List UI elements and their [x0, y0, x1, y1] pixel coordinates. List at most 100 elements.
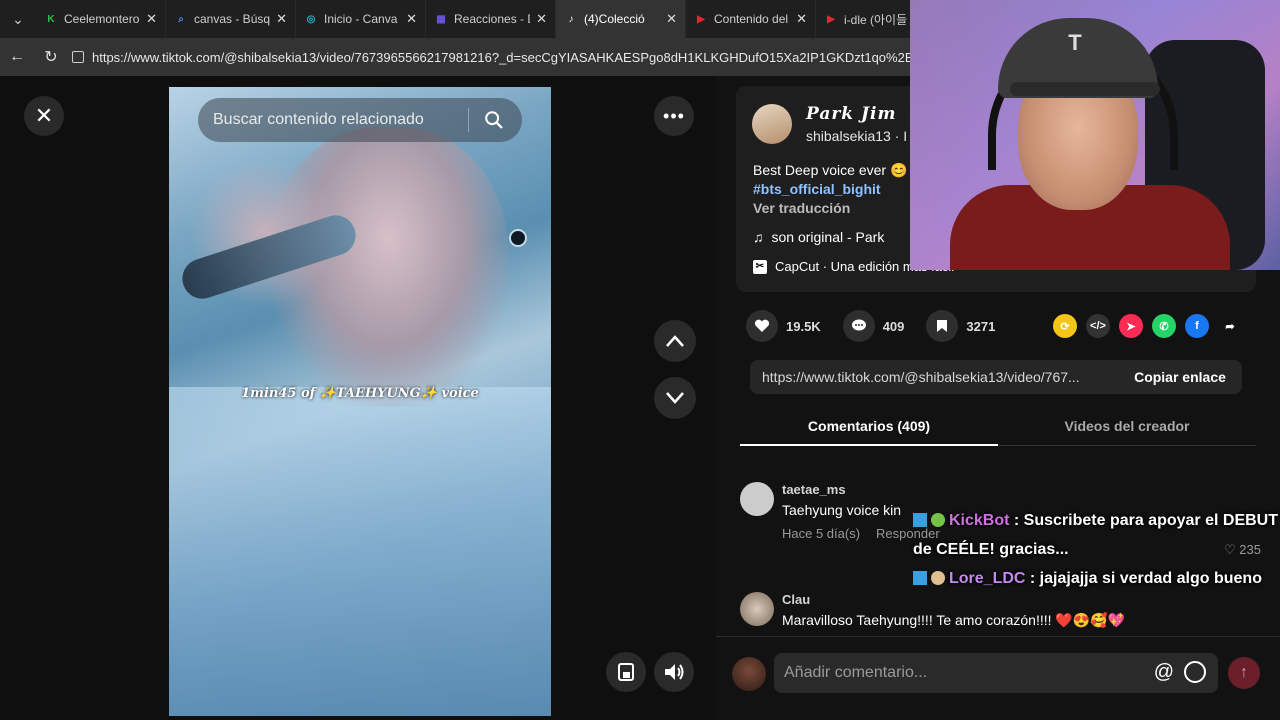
comment-time: Hace 5 día(s) — [782, 526, 861, 541]
share-buttons: ⟳ </> ➤ ✆ f ➦ — [1053, 314, 1242, 338]
tabs-container: K Ceelemontero ✕ ⌕ canvas - Búsqu ✕ ◎ Inicio - … — [36, 0, 946, 38]
tab-favicon-icon: ▶ — [697, 13, 705, 25]
video-caption-overlay: 1min45 of ✨TAEHYUNG✨ voice — [241, 386, 479, 401]
tab-favicon-icon: K — [47, 13, 55, 25]
comment-button[interactable]: 409 — [842, 310, 905, 342]
search-icon[interactable] — [483, 109, 505, 131]
site-info-icon[interactable] — [72, 51, 84, 63]
music-link[interactable]: ♫ son original - Park — [753, 229, 884, 245]
tab-close-icon[interactable]: ✕ — [666, 11, 677, 27]
next-video-button[interactable] — [654, 377, 696, 419]
emoji-icon[interactable] — [1184, 661, 1206, 683]
video-player[interactable] — [169, 87, 551, 716]
more-options-icon[interactable]: ••• — [654, 96, 694, 136]
send-to-friends-icon[interactable]: ➤ — [1119, 314, 1143, 338]
video-earring — [509, 229, 527, 247]
copy-link-box: https://www.tiktok.com/@shibalsekia13/vi… — [750, 360, 1242, 394]
comment-like[interactable]: ♡ 235 — [1224, 535, 1261, 564]
related-search-placeholder: Buscar contenido relacionado — [213, 111, 424, 128]
comment-avatar[interactable] — [740, 482, 774, 516]
share-arrow-icon[interactable]: ➦ — [1218, 314, 1242, 338]
comment-input[interactable]: Añadir comentario... @ — [774, 653, 1218, 693]
chevron-up-icon — [666, 335, 684, 347]
heart-icon — [746, 310, 778, 342]
cap-logo-icon: T — [1068, 30, 1082, 55]
chat-username: Lore_LDC — [949, 570, 1026, 587]
comment-text: Taehyung voice kin — [782, 502, 902, 518]
webcam-cap-brim — [1010, 82, 1160, 96]
chevron-down-icon — [666, 392, 684, 404]
tab-favicon-icon: ⌕ — [178, 13, 184, 25]
save-button[interactable]: 3271 — [926, 310, 995, 342]
like-button[interactable]: 19.5K — [746, 310, 821, 342]
creator-handle[interactable]: shibalsekia13 · I — [806, 128, 907, 144]
creator-display-name[interactable]: Park Jim — [806, 104, 897, 124]
comment-username[interactable]: taetae_ms — [782, 482, 846, 497]
tab-comments[interactable]: Comentarios (409) — [740, 406, 998, 446]
mention-icon[interactable]: @ — [1154, 661, 1174, 684]
tab-label: i-dle (아이들 — [844, 12, 908, 27]
tab-close-icon[interactable]: ✕ — [406, 11, 417, 27]
reload-icon[interactable]: ↻ — [34, 38, 68, 76]
browser-tab[interactable]: ♪ (4)Colecció ✕ — [556, 0, 686, 38]
tab-close-icon[interactable]: ✕ — [536, 11, 547, 27]
action-bar: 19.5K 409 3271 — [746, 310, 1017, 342]
tab-creator-videos[interactable]: Videos del creador — [998, 406, 1256, 445]
volume-button[interactable] — [654, 652, 694, 692]
tab-favicon-icon: ◎ — [306, 13, 316, 25]
browser-tab[interactable]: ▶ Contenido del ✕ — [686, 0, 816, 38]
browser-tab[interactable]: ▦ Reacciones - D ✕ — [426, 0, 556, 38]
stream-chat-overlay: KickBot : Suscribete para apoyar el DEBU… — [913, 506, 1280, 593]
comment-count: 409 — [882, 318, 905, 334]
user-avatar[interactable] — [732, 657, 766, 691]
translate-link[interactable]: Ver traducción — [753, 200, 850, 216]
tab-close-icon[interactable]: ✕ — [796, 11, 807, 27]
tab-close-icon[interactable]: ✕ — [276, 11, 287, 27]
repost-icon[interactable]: ⟳ — [1053, 314, 1077, 338]
tab-close-icon[interactable]: ✕ — [146, 11, 157, 27]
chat-badge-icon — [913, 513, 927, 527]
previous-video-button[interactable] — [654, 320, 696, 362]
save-count: 3271 — [966, 318, 996, 334]
comment-input-placeholder: Añadir comentario... — [784, 664, 928, 681]
creator-avatar[interactable] — [752, 104, 792, 144]
webcam-overlay: T — [910, 0, 1280, 270]
comment-username[interactable]: Clau — [782, 592, 810, 607]
floating-player-button[interactable] — [606, 652, 646, 692]
video-area: ✕ Buscar contenido relacionado 1min45 of… — [0, 76, 716, 720]
whatsapp-icon[interactable]: ✆ — [1152, 314, 1176, 338]
floating-player-icon — [618, 663, 634, 681]
browser-tab[interactable]: ◎ Inicio - Canva ✕ — [296, 0, 426, 38]
url-text: https://www.tiktok.com/@shibalsekia13/vi… — [92, 49, 921, 65]
tab-label: canvas - Búsqu — [194, 12, 271, 26]
embed-code-icon[interactable]: </> — [1086, 314, 1110, 338]
back-arrow-icon[interactable]: ← — [0, 38, 34, 76]
tab-label: Reacciones - D — [454, 12, 531, 26]
browser-tab[interactable]: ⌕ canvas - Búsqu ✕ — [166, 0, 296, 38]
related-search-input[interactable]: Buscar contenido relacionado — [198, 98, 522, 142]
tab-favicon-icon: ♪ — [568, 13, 574, 25]
tab-list-chevron-icon[interactable]: ⌄ — [0, 0, 36, 38]
video-shirt — [169, 387, 551, 716]
close-icon[interactable]: ✕ — [24, 96, 64, 136]
chat-badge-icon — [913, 571, 927, 585]
copy-link-button[interactable]: Copiar enlace — [1118, 369, 1242, 385]
comment-tabs: Comentarios (409) Videos del creador — [740, 406, 1256, 446]
facebook-icon[interactable]: f — [1185, 314, 1209, 338]
hashtag-link[interactable]: #bts_official_bighit — [753, 181, 881, 197]
bookmark-icon — [926, 310, 959, 342]
search-divider — [468, 108, 469, 132]
comment-text: Maravilloso Taehyung!!!! Te amo corazón!… — [782, 612, 1126, 628]
tab-favicon-icon: ▦ — [436, 13, 446, 25]
post-comment-button[interactable]: ↑ — [1228, 657, 1260, 689]
chat-text: : jajajajja si verdad algo bueno — [1029, 570, 1262, 587]
chat-username: KickBot — [949, 512, 1010, 529]
capcut-icon: ✂ — [753, 259, 767, 274]
tab-label: Contenido del — [714, 12, 789, 26]
comment-avatar[interactable] — [740, 592, 774, 626]
chat-message: Lore_LDC : jajajajja si verdad algo buen… — [913, 564, 1280, 593]
video-link-text[interactable]: https://www.tiktok.com/@shibalsekia13/vi… — [750, 369, 1118, 385]
browser-tab[interactable]: K Ceelemontero ✕ — [36, 0, 166, 38]
video-description: Best Deep voice ever 😊 — [753, 162, 908, 178]
chat-badge-icon — [931, 571, 945, 585]
